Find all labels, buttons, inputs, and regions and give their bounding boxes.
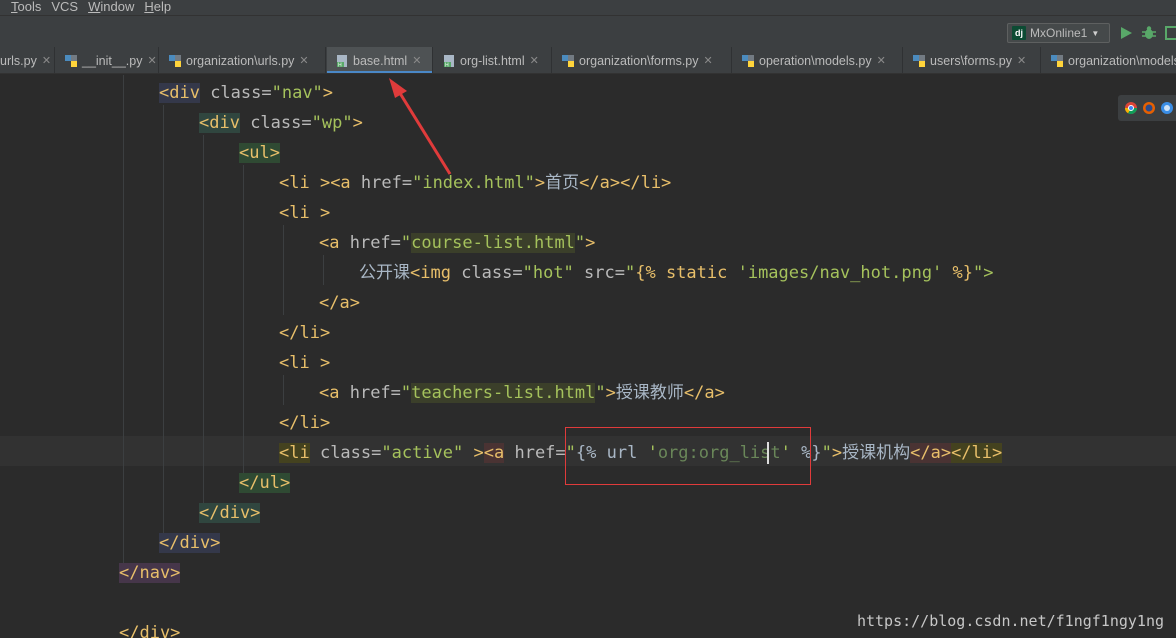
indent-guide <box>123 75 124 563</box>
run-icon[interactable] <box>1118 25 1134 41</box>
close-icon[interactable]: ✕ <box>42 54 51 67</box>
code-line: </li> <box>279 323 331 343</box>
tab-base-html[interactable]: H base.html ✕ <box>327 47 433 73</box>
python-file-icon <box>913 54 925 67</box>
menu-tools[interactable]: Tools <box>0 0 46 13</box>
close-icon[interactable]: ✕ <box>299 54 308 67</box>
chrome-icon[interactable] <box>1124 101 1138 115</box>
indent-guide <box>163 105 164 533</box>
ide-window: Tools VCS Window Help dj MxOnline1 ▼ url… <box>0 0 1176 638</box>
python-file-icon <box>562 54 574 67</box>
menu-vcs[interactable]: VCS <box>46 0 83 13</box>
indent-guide <box>283 225 284 315</box>
code-line: </ul> <box>239 473 291 493</box>
chevron-down-icon: ▼ <box>1091 28 1100 38</box>
indent-guide <box>203 135 204 503</box>
code-line: <li ><a href="index.html">首页</a></li> <box>279 173 672 193</box>
svg-text:H: H <box>338 62 342 68</box>
python-file-icon <box>1051 54 1063 67</box>
tab-operation-models-py[interactable]: operation\models.py ✕ <box>733 47 903 73</box>
browser-preview-bar <box>1118 95 1176 121</box>
html-file-icon: H <box>444 54 454 68</box>
debug-icon[interactable] <box>1141 25 1157 41</box>
django-icon: dj <box>1012 26 1026 40</box>
run-config-selector[interactable]: dj MxOnline1 ▼ <box>1007 23 1110 43</box>
menu-help[interactable]: Help <box>139 0 176 13</box>
close-icon[interactable]: ✕ <box>412 54 421 67</box>
code-line: </a> <box>319 293 360 313</box>
python-file-icon <box>742 54 754 67</box>
firefox-icon[interactable] <box>1142 101 1156 115</box>
code-editor[interactable]: <div class="nav"> <div class="wp"> <ul> … <box>0 75 1176 638</box>
close-icon[interactable]: ✕ <box>704 54 713 67</box>
tab-urls-py[interactable]: urls.py ✕ <box>0 47 55 73</box>
tab-org-list-html[interactable]: H org-list.html ✕ <box>434 47 552 73</box>
close-icon[interactable]: ✕ <box>1017 54 1026 67</box>
annotation-box <box>565 427 811 485</box>
editor-tabs: urls.py ✕ __init__.py ✕ organization\urls.… <box>0 47 1176 74</box>
code-line: <div class="nav"> <box>159 83 334 103</box>
code-line: </div> <box>119 623 181 638</box>
svg-text:H: H <box>445 62 449 68</box>
safari-icon[interactable] <box>1160 101 1174 115</box>
watermark: https://blog.csdn.net/f1ngf1ngy1ng <box>856 612 1164 630</box>
tab-users-forms-py[interactable]: users\forms.py ✕ <box>904 47 1041 73</box>
tab-organization-models-py[interactable]: organization\models.py <box>1042 47 1176 73</box>
code-line: <div class="wp"> <box>199 113 363 133</box>
html-file-icon: H <box>337 54 347 68</box>
tab-organization-forms-py[interactable]: organization\forms.py ✕ <box>553 47 732 73</box>
python-file-icon <box>65 54 77 67</box>
indent-guide <box>323 255 324 285</box>
code-line: </div> <box>199 503 261 523</box>
code-line: <ul> <box>239 143 280 163</box>
tab-organization-urls-py[interactable]: organization\urls.py ✕ <box>160 47 326 73</box>
close-icon[interactable]: ✕ <box>877 54 886 67</box>
menu-window[interactable]: Window <box>83 0 139 13</box>
code-line: <a href="teachers-list.html">授课教师</a> <box>319 383 725 403</box>
code-line: </div> <box>159 533 221 553</box>
run-config-label: MxOnline1 <box>1030 26 1088 40</box>
tab-init-py[interactable]: __init__.py ✕ <box>56 47 159 73</box>
code-line: 公开课<img class="hot" src="{% static 'imag… <box>359 263 994 283</box>
code-line: </nav> <box>119 563 181 583</box>
toolbar: dj MxOnline1 ▼ <box>0 15 1176 47</box>
indent-guide <box>283 375 284 405</box>
menu-bar: Tools VCS Window Help <box>0 0 1176 15</box>
code-line: </li> <box>279 413 331 433</box>
close-icon[interactable]: ✕ <box>530 54 539 67</box>
indent-guide <box>243 165 244 473</box>
coverage-icon[interactable] <box>1164 25 1176 41</box>
close-icon[interactable]: ✕ <box>147 54 156 67</box>
code-line: <li > <box>279 353 331 373</box>
code-line: <a href="course-list.html"> <box>319 233 596 253</box>
code-line: <li > <box>279 203 331 223</box>
python-file-icon <box>169 54 181 67</box>
